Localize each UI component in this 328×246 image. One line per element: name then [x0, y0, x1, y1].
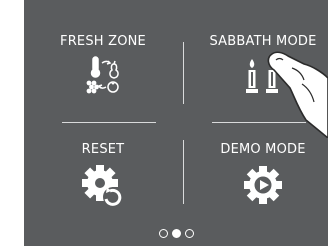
sabbath-mode-label: SABBATH MODE [209, 34, 317, 49]
fresh-zone-label: FRESH ZONE [60, 34, 146, 49]
demo-mode-tile[interactable]: DEMO MODE [190, 138, 328, 238]
reset-label: RESET [81, 142, 125, 157]
vertical-divider-bottom [183, 140, 184, 204]
fresh-zone-tile[interactable]: FRESH ZONE [30, 30, 176, 130]
reset-tile[interactable]: RESET [30, 138, 176, 238]
demo-mode-label: DEMO MODE [220, 142, 306, 157]
fresh-zone-icon [86, 56, 119, 94]
reset-gear-icon [82, 165, 123, 207]
page-indicator [24, 229, 328, 243]
pointing-hand-icon [267, 51, 328, 138]
page-dot-3[interactable] [184, 229, 194, 238]
page-dot-1[interactable] [158, 229, 168, 238]
page-dot-2[interactable] [171, 229, 181, 238]
settings-screen: FRESH ZONE SABBATH MODE RESET DEMO MODE [24, 0, 328, 246]
vertical-divider-top [183, 42, 184, 104]
horizontal-divider-left [62, 122, 156, 123]
demo-gear-play-icon [244, 166, 282, 204]
